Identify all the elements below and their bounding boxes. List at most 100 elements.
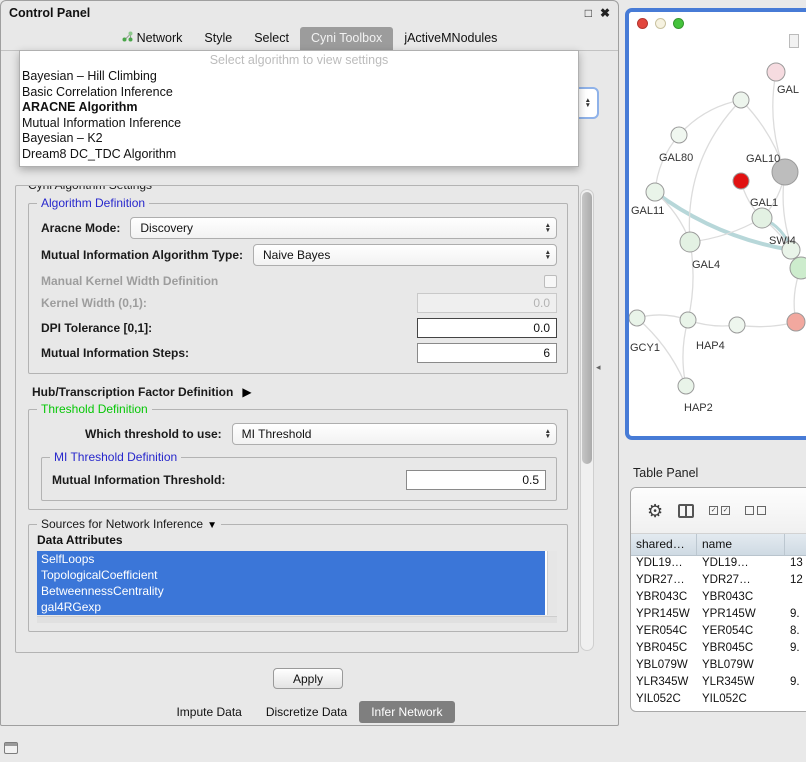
table-cell: YBR045C <box>631 641 697 658</box>
bottom-tab-discretize-data[interactable]: Discretize Data <box>254 701 359 723</box>
manual-kernel-width-label: Manual Kernel Width Definition <box>41 274 218 288</box>
data-attributes-list: SelfLoopsTopologicalCoefficientBetweenne… <box>37 551 557 615</box>
table-row[interactable]: YER054CYER054C8. <box>631 624 806 641</box>
list-horizontal-scrollbar[interactable] <box>37 616 557 623</box>
network-edge[interactable] <box>683 320 688 386</box>
which-threshold-label: Which threshold to use: <box>85 427 222 441</box>
network-node[interactable] <box>729 317 745 333</box>
table-cell: YIL052C <box>697 692 785 709</box>
tab-style[interactable]: Style <box>193 27 243 50</box>
bottom-tab-infer-network[interactable]: Infer Network <box>359 701 454 723</box>
network-node[interactable] <box>733 173 749 189</box>
network-node[interactable] <box>733 92 749 108</box>
network-node-label: GAL4 <box>692 259 720 271</box>
table-row[interactable]: YPR145WYPR145W9. <box>631 607 806 624</box>
window-title: Control Panel <box>9 6 577 20</box>
table-body: YDL19…YDL19…13YDR27…YDR27…12YBR043CYBR04… <box>631 556 806 709</box>
close-icon[interactable]: ✖ <box>600 6 610 20</box>
tab-cyni-toolbox[interactable]: Cyni Toolbox <box>300 27 393 50</box>
data-attributes-label: Data Attributes <box>37 533 557 547</box>
algorithm-dropdown-placeholder: Select algorithm to view settings <box>20 52 578 69</box>
select-all-columns-icon[interactable]: ✓ ✓ <box>709 506 730 515</box>
sources-group: Sources for Network Inference▼ Data Attr… <box>28 524 568 632</box>
network-tab-icon <box>122 31 133 45</box>
table-row[interactable]: YBL079WYBL079W <box>631 658 806 675</box>
tab-label: Select <box>254 31 289 45</box>
network-node-label: HAP2 <box>684 402 713 414</box>
tab-network[interactable]: Network <box>111 27 194 50</box>
network-node[interactable] <box>767 63 785 81</box>
tab-jactivemnodules[interactable]: jActiveMNodules <box>393 27 508 50</box>
network-node[interactable] <box>680 312 696 328</box>
algorithm-option[interactable]: Basic Correlation Inference <box>20 85 578 101</box>
network-node[interactable] <box>646 183 664 201</box>
which-threshold-select[interactable]: MI Threshold ▲▼ <box>232 423 557 445</box>
attribute-list-item[interactable]: TopologicalCoefficient <box>37 567 545 583</box>
gear-icon[interactable]: ⚙ <box>647 502 663 520</box>
table-row[interactable]: YBR045CYBR045C9. <box>631 641 806 658</box>
network-graph[interactable]: GALGAL80GAL10GAL11GAL1SWI4GAL4GCY1HAP4HA… <box>629 34 806 436</box>
table-row[interactable]: YLR345WYLR345W9. <box>631 675 806 692</box>
table-column-header[interactable]: name <box>697 534 785 555</box>
network-node[interactable] <box>671 127 687 143</box>
combobox-spinner-icon: ▲▼ <box>540 429 551 439</box>
attribute-list-item[interactable]: gal4RGexp <box>37 599 545 615</box>
table-row[interactable]: YDR27…YDR27…12 <box>631 573 806 590</box>
apply-button[interactable]: Apply <box>273 668 343 689</box>
aracne-mode-select[interactable]: Discovery ▲▼ <box>130 217 557 239</box>
network-node[interactable] <box>680 232 700 252</box>
tab-select[interactable]: Select <box>243 27 300 50</box>
zoom-icon[interactable] <box>673 18 684 29</box>
float-window-icon[interactable]: □ <box>585 6 592 20</box>
algorithm-option[interactable]: Mutual Information Inference <box>20 116 578 132</box>
network-edge[interactable] <box>688 242 693 320</box>
network-node[interactable] <box>787 313 805 331</box>
network-node[interactable] <box>629 310 645 326</box>
mi-steps-field[interactable]: 6 <box>417 343 557 363</box>
table-column-header[interactable]: shared… <box>631 534 697 555</box>
table-column-header[interactable] <box>785 534 806 555</box>
algorithm-option[interactable]: Bayesian – Hill Climbing <box>20 69 578 85</box>
network-node-label: GCY1 <box>630 342 660 354</box>
table-panel-title: Table Panel <box>633 466 698 480</box>
hub-tf-definition-toggle[interactable]: Hub/Transcription Factor Definition ▶ <box>32 385 568 399</box>
columns-icon[interactable] <box>678 504 694 518</box>
table-row[interactable]: YDL19…YDL19…13 <box>631 556 806 573</box>
settings-scrollbar-thumb[interactable] <box>582 192 592 464</box>
settings-scrollbar[interactable] <box>580 189 594 651</box>
mi-algorithm-type-select[interactable]: Naive Bayes ▲▼ <box>253 244 557 266</box>
network-edge[interactable] <box>679 100 741 135</box>
deselect-all-columns-icon[interactable] <box>745 506 766 515</box>
algorithm-option[interactable]: Bayesian – K2 <box>20 131 578 147</box>
network-node[interactable] <box>790 257 806 279</box>
cyni-settings-group-title: Cyni Algorithm Settings <box>24 185 156 192</box>
panel-collapse-arrow[interactable]: ◂ <box>596 362 601 373</box>
manual-kernel-width-checkbox[interactable] <box>544 275 557 288</box>
table-cell: 9. <box>785 675 806 692</box>
kernel-width-field[interactable]: 0.0 <box>417 293 557 313</box>
sources-group-title[interactable]: Sources for Network Inference▼ <box>37 517 221 531</box>
control-panel-titlebar[interactable]: Control Panel □ ✖ <box>1 1 618 25</box>
minimize-icon[interactable] <box>655 18 666 29</box>
attribute-list-item[interactable]: SelfLoops <box>37 551 545 567</box>
collapsed-panel-icon[interactable] <box>4 742 18 754</box>
network-vertical-scrollbar[interactable] <box>789 34 799 48</box>
checked-box-icon: ✓ <box>721 506 730 515</box>
bottom-tab-impute-data[interactable]: Impute Data <box>164 701 253 723</box>
list-vertical-scrollbar[interactable] <box>547 551 557 615</box>
algorithm-option[interactable]: ARACNE Algorithm <box>20 100 578 116</box>
network-node[interactable] <box>752 208 772 228</box>
table-cell <box>785 590 806 607</box>
network-window-titlebar[interactable] <box>629 12 806 34</box>
mi-threshold-field[interactable]: 0.5 <box>406 470 546 490</box>
close-icon[interactable] <box>637 18 648 29</box>
network-node-label: HAP4 <box>696 340 725 352</box>
table-cell: YIL052C <box>631 692 697 709</box>
table-row[interactable]: YBR043CYBR043C <box>631 590 806 607</box>
network-node[interactable] <box>678 378 694 394</box>
algorithm-option[interactable]: Dream8 DC_TDC Algorithm <box>20 147 578 163</box>
table-row[interactable]: YIL052CYIL052C <box>631 692 806 709</box>
tab-label: jActiveMNodules <box>404 31 497 45</box>
attribute-list-item[interactable]: BetweennessCentrality <box>37 583 545 599</box>
dpi-tolerance-field[interactable]: 0.0 <box>417 318 557 338</box>
